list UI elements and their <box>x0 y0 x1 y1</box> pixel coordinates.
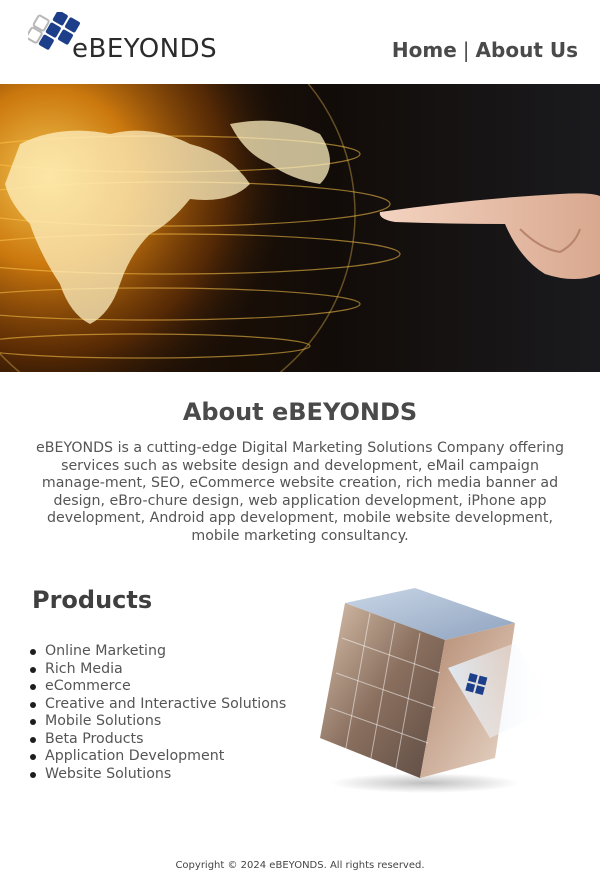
product-item-rich-media[interactable]: Rich Media <box>30 661 286 679</box>
bullet-icon <box>30 771 36 778</box>
products-list: Online Marketing Rich Media eCommerce Cr… <box>30 643 286 783</box>
globe-and-finger-image <box>0 84 600 372</box>
hero-banner <box>0 84 600 372</box>
site-header: eBEYONDS Home | About Us <box>0 0 600 84</box>
about-title: About eBEYONDS <box>182 398 418 426</box>
about-description: eBEYONDS is a cutting-edge Digital Marke… <box>36 440 564 544</box>
bullet-icon <box>30 719 36 725</box>
product-label: Beta Products <box>45 730 144 747</box>
product-label: Rich Media <box>45 660 123 677</box>
nav-home-link[interactable]: Home <box>392 38 457 62</box>
logo-text: eBEYONDS <box>72 34 218 64</box>
copyright-text: Copyright © 2024 eBEYONDS. All rights re… <box>175 860 425 871</box>
product-item-ecommerce[interactable]: eCommerce <box>30 678 286 696</box>
product-item-website-solutions[interactable]: Website Solutions <box>30 766 286 784</box>
site-footer: Copyright © 2024 eBEYONDS. All rights re… <box>0 860 600 871</box>
product-label: Website Solutions <box>45 765 172 782</box>
product-item-creative-interactive[interactable]: Creative and Interactive Solutions <box>30 696 286 714</box>
products-title: Products <box>32 586 153 614</box>
logo[interactable]: eBEYONDS <box>28 12 263 72</box>
product-label: Application Development <box>45 748 225 764</box>
bullet-icon <box>30 736 36 743</box>
bullet-icon <box>30 649 36 655</box>
photo-cube-image <box>300 578 570 798</box>
bullet-icon <box>30 666 36 673</box>
product-label: Online Marketing <box>45 643 166 659</box>
bullet-icon <box>30 701 36 708</box>
product-item-beta-products[interactable]: Beta Products <box>30 731 286 749</box>
product-label: Creative and Interactive Solutions <box>45 695 287 712</box>
bullet-icon <box>30 754 36 760</box>
nav-separator: | <box>462 38 470 62</box>
product-label: eCommerce <box>45 678 131 694</box>
main-nav: Home | About Us <box>392 38 578 62</box>
bullet-icon <box>30 684 36 690</box>
product-item-online-marketing[interactable]: Online Marketing <box>30 643 286 661</box>
about-section: About eBEYONDS eBEYONDS is a cutting-edg… <box>30 398 570 545</box>
nav-about-us-link[interactable]: About Us <box>476 38 578 62</box>
product-item-application-development[interactable]: Application Development <box>30 748 286 766</box>
product-item-mobile-solutions[interactable]: Mobile Solutions <box>30 713 286 731</box>
product-label: Mobile Solutions <box>45 713 162 729</box>
